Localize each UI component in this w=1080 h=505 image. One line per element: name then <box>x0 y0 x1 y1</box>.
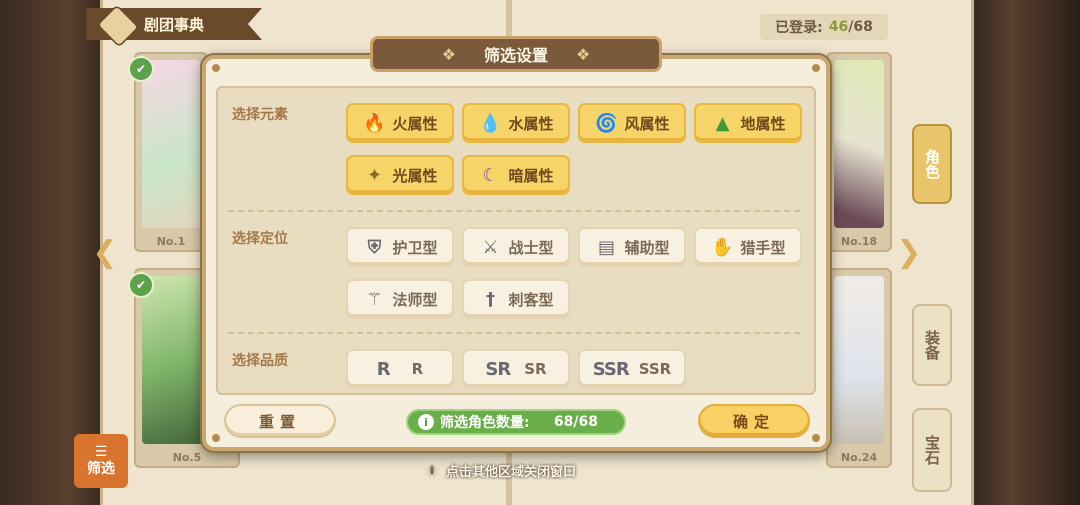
filter-chip-support[interactable]: ▤ 辅助型 <box>578 227 686 267</box>
chip-label: 火属性 <box>392 114 438 133</box>
section-divider <box>228 210 800 212</box>
corner-rivet <box>812 434 820 442</box>
chip-label: 地属性 <box>740 114 786 133</box>
owned-check-icon: ✔ <box>128 56 154 82</box>
filter-chip-fire[interactable]: 🔥 火属性 <box>346 103 454 143</box>
character-card[interactable]: No.1 <box>134 52 208 252</box>
filter-icon: ☰ <box>94 444 108 460</box>
filter-chip-assassin[interactable]: † 刺客型 <box>462 279 570 319</box>
corner-rivet <box>812 64 820 72</box>
staff-icon: ⚚ <box>366 288 383 310</box>
ornament-icon: ❖ <box>441 44 456 64</box>
chip-label: 水属性 <box>508 114 554 133</box>
filter-chip-hunter[interactable]: ✋ 猎手型 <box>694 227 802 267</box>
filtered-count-value: 68/68 <box>553 414 598 430</box>
character-card-number: No.1 <box>156 235 186 248</box>
reset-button[interactable]: 重置 <box>224 404 336 438</box>
rank-ssr-badge-icon: SSR <box>592 358 630 380</box>
info-icon: i <box>424 462 440 478</box>
filtered-count-pill: i 筛选角色数量: 68/68 <box>406 409 626 435</box>
info-icon: i <box>418 414 434 430</box>
quality-section-label: 选择品质 <box>232 353 288 369</box>
close-hint-text: 点击其他区域关闭窗口 <box>446 464 577 480</box>
filtered-count-label: 筛选角色数量: <box>440 415 530 431</box>
registered-count: 已登录: 46/68 <box>760 14 888 40</box>
page-left-arrow-icon[interactable]: ❮ <box>92 232 118 272</box>
character-card[interactable]: No.18 <box>826 52 892 252</box>
filter-chip-water[interactable]: 💧 水属性 <box>462 103 570 143</box>
element-section-label: 选择元素 <box>232 107 288 123</box>
dark-moon-icon: ☾ <box>482 164 499 186</box>
owned-check-icon: ✔ <box>128 272 154 298</box>
filter-chip-dark[interactable]: ☾ 暗属性 <box>462 155 570 195</box>
filter-chip-mage[interactable]: ⚚ 法师型 <box>346 279 454 319</box>
chip-label: 辅助型 <box>624 238 670 257</box>
fire-icon: 🔥 <box>363 112 386 134</box>
registered-count-value: 46 <box>828 19 849 35</box>
tab-equipment-label: 装备 <box>923 330 941 360</box>
chip-label: 光属性 <box>392 166 438 185</box>
rank-r-badge-icon: R <box>376 358 391 380</box>
chip-label: 风属性 <box>624 114 670 133</box>
shield-icon: ⛨ <box>367 236 382 258</box>
filter-chip-earth[interactable]: ▲ 地属性 <box>694 103 802 143</box>
rank-sr-badge-icon: SR <box>485 358 511 380</box>
character-portrait <box>834 276 884 444</box>
dagger-icon: † <box>485 288 495 310</box>
section-divider <box>228 332 800 334</box>
codex-title: 剧团事典 <box>144 15 205 34</box>
character-portrait <box>142 60 200 228</box>
character-portrait <box>834 60 884 228</box>
tab-role[interactable]: 角色 <box>912 124 952 204</box>
filter-button-label: 筛选 <box>87 461 115 477</box>
filter-chip-warrior[interactable]: ⚔ 战士型 <box>462 227 570 267</box>
chip-label: 法师型 <box>392 290 438 309</box>
character-card-number: No.18 <box>840 235 878 248</box>
filter-chip-rank-sr[interactable]: SR SR <box>462 349 570 389</box>
role-section-label: 选择定位 <box>232 231 288 247</box>
confirm-button[interactable]: 确定 <box>698 404 810 438</box>
filter-button[interactable]: ☰ 筛选 <box>74 434 128 488</box>
tab-role-label: 角色 <box>923 149 941 179</box>
mountain-icon: ▲ <box>715 112 730 134</box>
book-icon: ▤ <box>597 236 615 258</box>
chip-label: SR <box>524 360 547 378</box>
filter-chip-wind[interactable]: 🌀 风属性 <box>578 103 686 143</box>
dialog-title: 筛选设置 <box>483 46 548 65</box>
registered-count-label: 已登录: <box>775 20 823 36</box>
water-drop-icon: 💧 <box>479 112 502 134</box>
page-right-arrow-icon[interactable]: ❯ <box>896 232 922 272</box>
chip-label: 战士型 <box>508 238 554 257</box>
corner-rivet <box>212 434 220 442</box>
character-card-number: No.24 <box>840 451 878 464</box>
tab-gem[interactable]: 宝石 <box>912 408 952 492</box>
light-star-icon: ✦ <box>366 164 383 186</box>
dialog-header: ❖ 筛选设置 ❖ <box>370 36 662 72</box>
ornament-icon: ❖ <box>576 44 591 64</box>
filter-chip-light[interactable]: ✦ 光属性 <box>346 155 454 195</box>
chip-label: 护卫型 <box>392 238 438 257</box>
chip-label: SSR <box>638 360 672 378</box>
close-hint: i 点击其他区域关闭窗口 <box>424 460 664 480</box>
tab-gem-label: 宝石 <box>923 435 941 465</box>
claw-icon: ✋ <box>711 236 734 258</box>
filter-chip-rank-ssr[interactable]: SSR SSR <box>578 349 686 389</box>
chip-label: 暗属性 <box>508 166 554 185</box>
corner-rivet <box>212 64 220 72</box>
filter-chip-rank-r[interactable]: RR <box>346 349 454 389</box>
wind-swirl-icon: 🌀 <box>595 112 618 134</box>
registered-count-total: /68 <box>848 19 873 35</box>
tab-equipment[interactable]: 装备 <box>912 304 952 386</box>
filter-chip-guardian[interactable]: ⛨ 护卫型 <box>346 227 454 267</box>
sword-icon: ⚔ <box>482 236 499 258</box>
character-card-number: No.5 <box>172 451 202 464</box>
chip-label: R <box>411 360 424 378</box>
chip-label: 刺客型 <box>508 290 554 309</box>
character-card[interactable]: No.24 <box>826 268 892 468</box>
chip-label: 猎手型 <box>740 238 786 257</box>
